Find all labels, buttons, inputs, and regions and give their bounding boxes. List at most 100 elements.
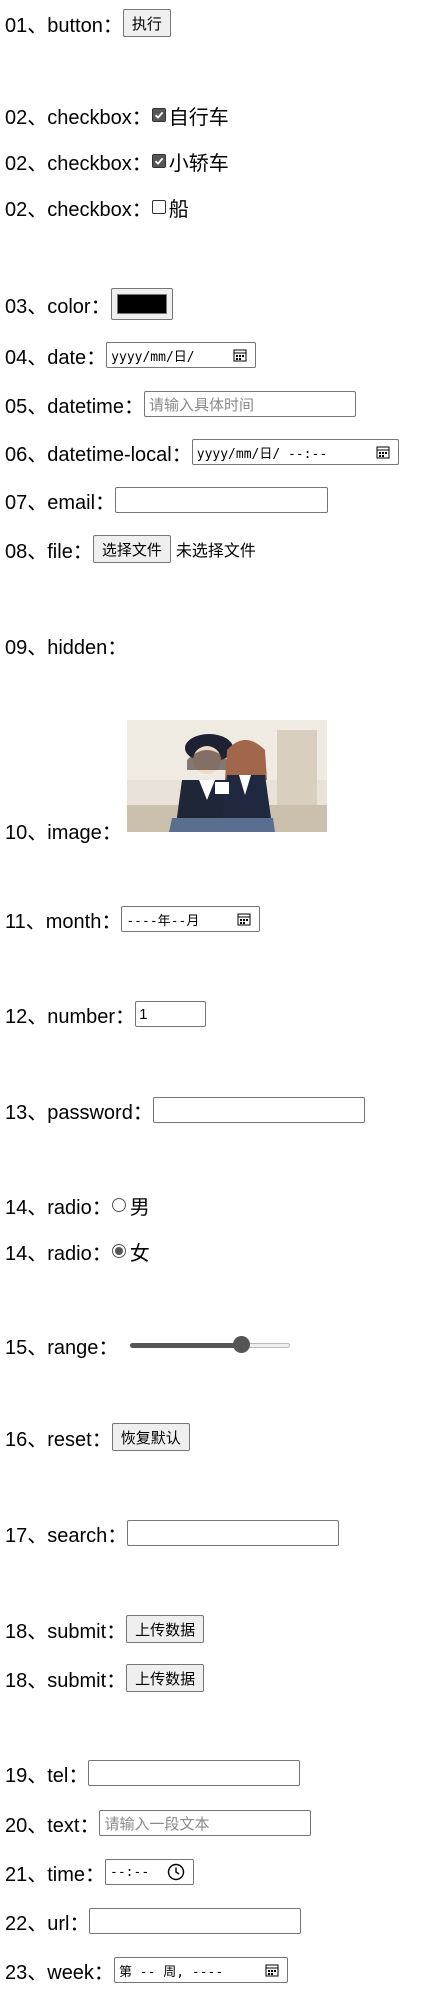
date-value: yyyy/mm/日/ xyxy=(111,349,195,365)
label-datetime: 05、datetime： xyxy=(5,395,144,418)
label-radio: 14、radio： xyxy=(5,1242,112,1265)
email-input[interactable] xyxy=(115,487,329,513)
radio-female[interactable] xyxy=(111,1244,126,1258)
search-input[interactable] xyxy=(127,1520,340,1546)
month-input[interactable]: ----年--月 xyxy=(121,906,261,932)
row-url: 22、url： xyxy=(5,1906,302,1936)
submit-button[interactable]: 上传数据 xyxy=(126,1664,205,1692)
checkbox-boat[interactable] xyxy=(151,200,166,214)
password-input[interactable] xyxy=(152,1097,365,1123)
calendar-icon[interactable] xyxy=(233,348,247,362)
label-time: 21、time： xyxy=(5,1863,106,1886)
choose-file-button[interactable]: 选择文件 xyxy=(92,535,171,563)
row-email: 07、email： xyxy=(5,485,329,515)
range-slider[interactable] xyxy=(130,1335,291,1355)
check-icon xyxy=(152,155,165,167)
label-reset: 16、reset： xyxy=(5,1428,112,1451)
color-swatch xyxy=(116,294,167,314)
label-radio: 14、radio： xyxy=(5,1196,112,1219)
time-input[interactable]: --:-- xyxy=(105,1859,195,1885)
row-datetime: 05、datetime： 请输入具体时间 xyxy=(5,389,356,419)
row-tel: 19、tel： xyxy=(5,1758,301,1788)
row-week: 23、week： 第 -- 周, ---- xyxy=(5,1955,288,1985)
check-icon xyxy=(152,109,165,121)
row-search: 17、search： xyxy=(5,1518,340,1548)
row-number: 12、number： 1 xyxy=(5,999,207,1029)
label-checkbox: 02、checkbox： xyxy=(5,152,152,175)
month-value: ----年--月 xyxy=(126,913,200,929)
text-input[interactable]: 请输入一段文本 xyxy=(99,1810,312,1836)
label-email: 07、email： xyxy=(5,491,116,514)
range-fill xyxy=(130,1343,242,1348)
row-file: 08、file： 选择文件 未选择文件 xyxy=(5,534,256,564)
datetime-local-value: yyyy/mm/日/ --:-- xyxy=(196,446,328,462)
label-search: 17、search： xyxy=(5,1524,128,1547)
datetime-input[interactable]: 请输入具体时间 xyxy=(143,391,356,417)
row-checkbox-1: 02、checkbox： 自行车 xyxy=(5,100,229,130)
label-week: 23、week： xyxy=(5,1961,114,1984)
label-range: 15、range： xyxy=(5,1336,119,1359)
row-checkbox-3: 02、checkbox： 船 xyxy=(5,192,189,222)
datetime-local-input[interactable]: yyyy/mm/日/ --:-- xyxy=(191,439,399,465)
calendar-icon[interactable] xyxy=(265,1963,279,1977)
row-radio-1: 14、radio： 男 xyxy=(5,1190,150,1220)
row-submit-1: 18、submit： 上传数据 xyxy=(5,1614,205,1644)
checkbox-car[interactable] xyxy=(151,154,166,168)
label-submit: 18、submit： xyxy=(5,1669,127,1692)
label-datetime-local: 06、datetime-local： xyxy=(5,443,192,466)
number-input[interactable]: 1 xyxy=(135,1001,207,1027)
label-number: 12、number： xyxy=(5,1005,136,1028)
date-input[interactable]: yyyy/mm/日/ xyxy=(106,342,257,368)
row-date: 04、date： yyyy/mm/日/ xyxy=(5,340,257,370)
label-checkbox: 02、checkbox： xyxy=(5,106,152,129)
row-radio-2: 14、radio： 女 xyxy=(5,1236,150,1266)
radio-dot xyxy=(114,1247,123,1255)
label-tel: 19、tel： xyxy=(5,1764,89,1787)
row-text: 20、text： 请输入一段文本 xyxy=(5,1808,312,1838)
url-input[interactable] xyxy=(89,1908,302,1934)
checkbox-bicycle-label: 自行车 xyxy=(168,106,229,129)
radio-male-label: 男 xyxy=(129,1196,150,1219)
checkbox-boat-label: 船 xyxy=(168,198,189,221)
tel-input[interactable] xyxy=(88,1760,301,1786)
row-datetime-local: 06、datetime-local： yyyy/mm/日/ --:-- xyxy=(5,437,399,467)
label-password: 13、password： xyxy=(5,1101,153,1124)
clock-icon[interactable] xyxy=(167,1863,185,1881)
file-status: 未选择文件 xyxy=(175,543,256,560)
image-input[interactable] xyxy=(127,720,327,832)
row-month: 11、month： ----年--月 xyxy=(5,904,261,934)
label-month: 11、month： xyxy=(5,910,122,933)
label-date: 04、date： xyxy=(5,346,107,369)
label-checkbox: 02、checkbox： xyxy=(5,198,152,221)
radio-female-label: 女 xyxy=(129,1242,150,1265)
checkbox-bicycle[interactable] xyxy=(151,108,166,122)
calendar-icon[interactable] xyxy=(237,912,251,926)
label-text: 20、text： xyxy=(5,1814,100,1837)
row-range: 15、range： xyxy=(5,1330,291,1360)
execute-button[interactable]: 执行 xyxy=(122,9,171,37)
week-value: 第 -- 周, ---- xyxy=(118,1964,224,1980)
submit-button[interactable]: 上传数据 xyxy=(126,1615,205,1643)
row-hidden: 09、hidden： xyxy=(5,630,127,660)
row-submit-2: 18、submit： 上传数据 xyxy=(5,1663,205,1693)
label-color: 03、color： xyxy=(5,295,111,318)
label-submit: 18、submit： xyxy=(5,1620,127,1643)
row-reset: 16、reset： 恢复默认 xyxy=(5,1422,190,1452)
reset-button[interactable]: 恢复默认 xyxy=(111,1423,190,1451)
row-time: 21、time： --:-- xyxy=(5,1857,195,1887)
calendar-icon[interactable] xyxy=(376,445,390,459)
range-thumb[interactable] xyxy=(233,1336,251,1353)
week-input[interactable]: 第 -- 周, ---- xyxy=(113,1957,288,1983)
row-password: 13、password： xyxy=(5,1095,365,1125)
time-value: --:-- xyxy=(110,1864,150,1880)
row-image: 10、image： xyxy=(5,815,122,845)
row-button: 01、button： 执行 xyxy=(5,8,171,38)
radio-male[interactable] xyxy=(111,1198,126,1212)
color-picker[interactable] xyxy=(110,288,173,320)
label-url: 22、url： xyxy=(5,1912,90,1935)
row-color: 03、color： xyxy=(5,288,173,320)
label-file: 08、file： xyxy=(5,540,93,563)
label-button: 01、button： xyxy=(5,14,123,37)
label-hidden: 09、hidden： xyxy=(5,636,128,659)
label-image: 10、image： xyxy=(5,821,122,844)
